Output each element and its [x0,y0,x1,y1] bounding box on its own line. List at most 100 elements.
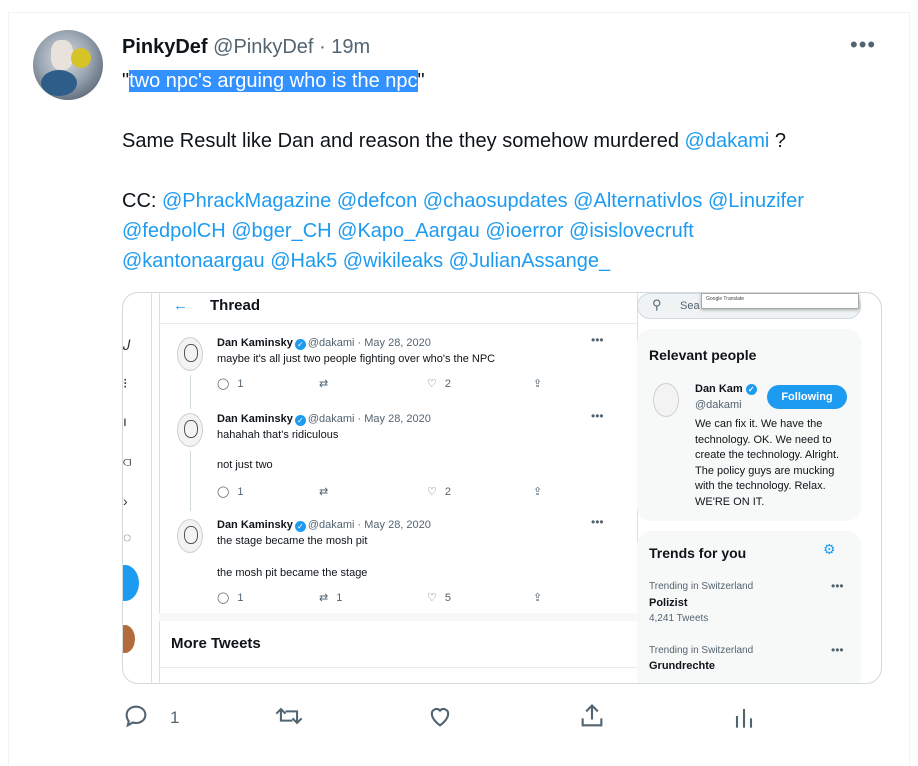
mention-link[interactable]: @fedpolCH [122,220,226,242]
sidebar-icon: ◌ [123,529,132,545]
analytics-icon [735,709,753,728]
like-count: 2 [444,486,451,498]
compose-button [123,565,139,601]
tweet-actions: ◯ 1 ⇄ ♡ 2 ⇪ [217,485,567,501]
more-horizontal-icon[interactable]: ••• [850,32,876,58]
more-horizontal-icon: ••• [591,409,604,423]
verified-badge-icon: ✓ [745,384,757,395]
cc-line-2: @fedpolCH @bger_CH @Kapo_Aargau @ioerror… [122,216,694,246]
author-name[interactable]: PinkyDef [122,36,208,58]
mention-link[interactable]: @ioerror [485,220,563,242]
reply-count: 1 [237,486,244,498]
mention-link[interactable]: @chaosupdates [423,190,568,212]
retweet-icon: ⇄ [319,486,329,498]
analytics-button[interactable] [730,702,758,734]
tweet-text: maybe it's all just two people fighting … [217,353,496,365]
panel-title: Trends for you [649,545,747,561]
reply-icon: ◯ 1 [217,378,244,390]
more-horizontal-icon: ••• [591,515,604,529]
cc-line-1: CC: @PhrackMagazine @defcon @chaosupdate… [122,186,804,216]
trend-name: Polizist [649,597,688,609]
close-quote: " [417,70,425,92]
person-name: Dan Kam ✓ [695,383,757,395]
divider [159,323,637,324]
trend-context: Trending in Switzerland [649,581,754,592]
avatar [177,413,203,447]
like-icon: ♡ 5 [427,592,451,604]
tweet-author: Dan Kaminsky ✓ @dakami · May 28, 2020 [217,337,431,350]
trend-context: Trending in Switzerland [649,645,754,656]
sidebar-icon: ı [123,413,127,429]
thread-tweet: Dan Kaminsky ✓ @dakami · May 28, 2020 ••• … [173,515,613,604]
verified-badge-icon: ✓ [294,415,306,426]
avatar [177,519,203,553]
back-arrow-icon: ← [173,297,188,314]
mention-link[interactable]: @Alternativlos [573,190,702,212]
tweet-action-bar: 1 [122,702,762,734]
mention-link[interactable]: @PhrackMagazine [162,190,331,212]
mention-link[interactable]: @wikileaks [343,250,443,272]
like-count: 2 [444,378,451,390]
thread-header: ← Thread [173,297,260,321]
mention-link[interactable]: @isislovecruft [569,220,694,242]
mention-link[interactable]: @JulianAssange_ [449,250,611,272]
share-button[interactable] [578,702,606,734]
avatar [123,625,135,653]
mention-link[interactable]: @dakami [685,130,770,152]
cropped-next-tweet [159,667,637,683]
search-icon: ⚲ [652,297,662,312]
mention-link[interactable]: @Hak5 [270,250,337,272]
author-name: Dan Kaminsky [217,519,293,531]
like-icon [430,708,450,727]
tweet-text: not just two [217,459,273,471]
author-name: Dan Kaminsky [217,337,293,349]
like-button[interactable] [426,702,454,734]
tweet-author: Dan Kaminsky ✓ @dakami · May 28, 2020 [217,519,431,532]
mention-link[interactable]: @bger_CH [231,220,331,242]
trend-count: 4,241 Tweets [649,613,709,624]
share-icon: ⇪ [533,486,543,498]
search-placeholder: Sea [680,300,700,312]
avatar [653,383,679,417]
retweet-count: 1 [336,592,343,604]
like-icon: ♡ 2 [427,486,451,498]
tweet-text: the stage became the mosh pit [217,535,368,547]
share-icon: ⇪ [533,592,543,604]
trend-name: Grundrechte [649,660,716,672]
reply-count: 1 [237,592,244,604]
tweet-timestamp[interactable]: 19m [331,36,370,58]
mention-link[interactable]: @Kapo_Aargau [337,220,480,242]
share-icon [581,704,603,727]
reply-button[interactable] [122,702,150,734]
sidebar-icon: ⁝ [123,375,128,391]
tweet-actions: ◯ 1 ⇄ ♡ 2 ⇪ [217,377,567,393]
tweet-text: hahahah that's ridiculous [217,429,339,441]
thread-tweet: Dan Kaminsky ✓ @dakami · May 28, 2020 ••• … [173,409,613,511]
tweet-text-suffix: ? [769,130,786,152]
tweet-author: Dan Kaminsky ✓ @dakami · May 28, 2020 [217,413,431,426]
retweet-button[interactable] [274,702,304,734]
author-handle[interactable]: @PinkyDef [213,36,313,58]
tweet-date: May 28, 2020 [364,413,431,425]
share-icon: ⇪ [533,378,543,390]
attached-image[interactable]: 𝐽 ⁝ ı ⫏ › ◌ ← Thread Dan Kaminsky ✓ @dakami… [122,292,882,684]
sidebar-icon: › [123,493,128,509]
mention-link[interactable]: @Linuzifer [708,190,804,212]
person-name-text: Dan Kam [695,383,743,395]
cropped-sidebar: 𝐽 ⁝ ı ⫏ › ◌ [123,293,153,683]
mention-link[interactable]: @defcon [337,190,417,212]
retweet-icon [275,707,303,725]
more-horizontal-icon: ••• [591,333,604,347]
reply-icon: ◯ 1 [217,486,244,498]
mention-link[interactable]: @kantonaargau [122,250,265,272]
sidebar-icon: 𝐽 [123,337,131,353]
cc-label: CC: [122,190,162,212]
verified-badge-icon: ✓ [294,521,306,532]
thread-connector [190,375,191,409]
author-avatar[interactable] [33,30,103,100]
more-horizontal-icon: ••• [831,579,844,593]
like-count: 5 [444,592,451,604]
section-divider [159,613,637,621]
tweet-date: May 28, 2020 [364,337,431,349]
tweet-text-line-1: "two npc's arguing who is the npc" [122,66,425,96]
